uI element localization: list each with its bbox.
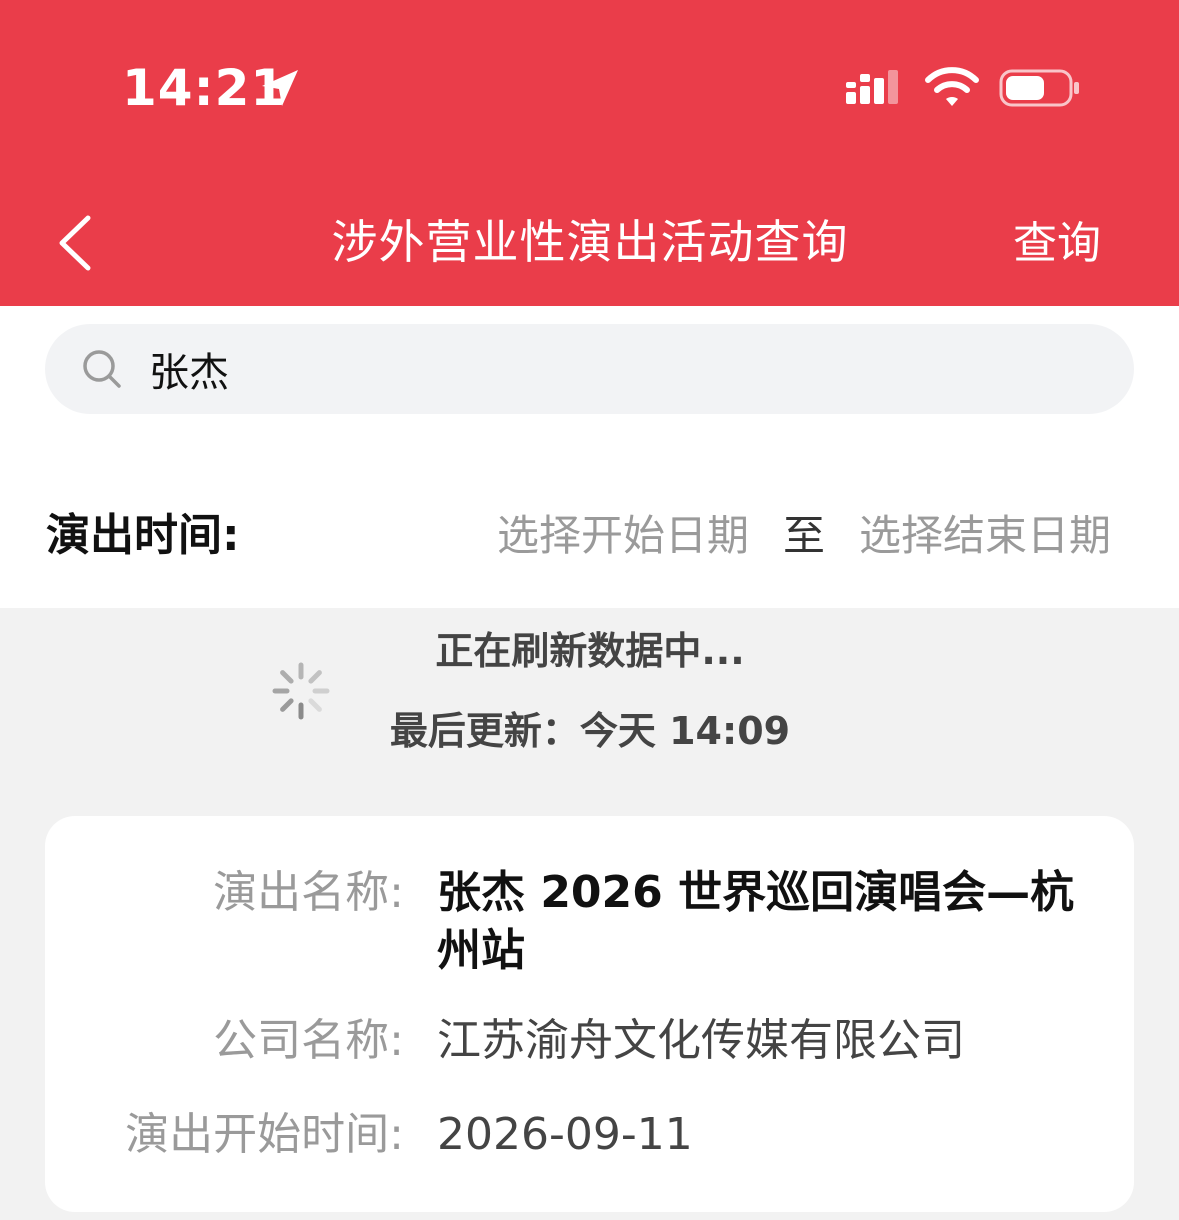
query-button[interactable]: 查询 (1013, 214, 1101, 274)
battery-icon (999, 69, 1079, 107)
refresh-indicator: 正在刷新数据中... 最后更新：今天 14:09 (0, 608, 1179, 808)
performance-name-label: 演出名称: (213, 867, 404, 918)
date-separator: 至 (782, 511, 825, 560)
search-box[interactable] (45, 324, 1134, 414)
page-title: 涉外营业性演出活动查询 (331, 215, 849, 269)
date-range: 选择开始日期 至 选择结束日期 (497, 506, 1111, 566)
end-date-picker[interactable]: 选择结束日期 (859, 506, 1111, 566)
company-name-value: 江苏渝舟文化传媒有限公司 (437, 1015, 965, 1066)
search-icon (83, 350, 121, 388)
search-input[interactable] (149, 340, 1049, 398)
refresh-status-text: 正在刷新数据中... (435, 629, 745, 673)
location-arrow-icon (262, 70, 298, 106)
app-screen: 14:21 涉外营业性演出活动查询 查询 张杰 演出时间: 选择开始日期 至 选… (0, 0, 1179, 1220)
filter-panel: 演出时间: 选择开始日期 至 选择结束日期 (0, 306, 1179, 608)
start-date-value: 2026-09-11 (437, 1109, 693, 1160)
start-date-label: 演出开始时间: (125, 1109, 404, 1160)
app-header: 14:21 涉外营业性演出活动查询 查询 (0, 0, 1179, 306)
company-name-label: 公司名称: (213, 1015, 404, 1066)
wifi-icon (925, 67, 979, 106)
last-update-text: 最后更新：今天 14:09 (389, 709, 791, 753)
performance-name-value: 张杰 2026 世界巡回演唱会—杭州站 (437, 867, 1075, 976)
date-filter-label: 演出时间: (46, 510, 240, 561)
start-date-picker[interactable]: 选择开始日期 (497, 506, 749, 566)
spinner-icon (272, 662, 330, 720)
result-card[interactable]: 演出名称: 张杰 2026 世界巡回演唱会—杭州站 公司名称: 江苏渝舟文化传媒… (45, 816, 1134, 1212)
chevron-left-icon[interactable] (52, 212, 100, 274)
signal-bars-icon (846, 70, 898, 104)
